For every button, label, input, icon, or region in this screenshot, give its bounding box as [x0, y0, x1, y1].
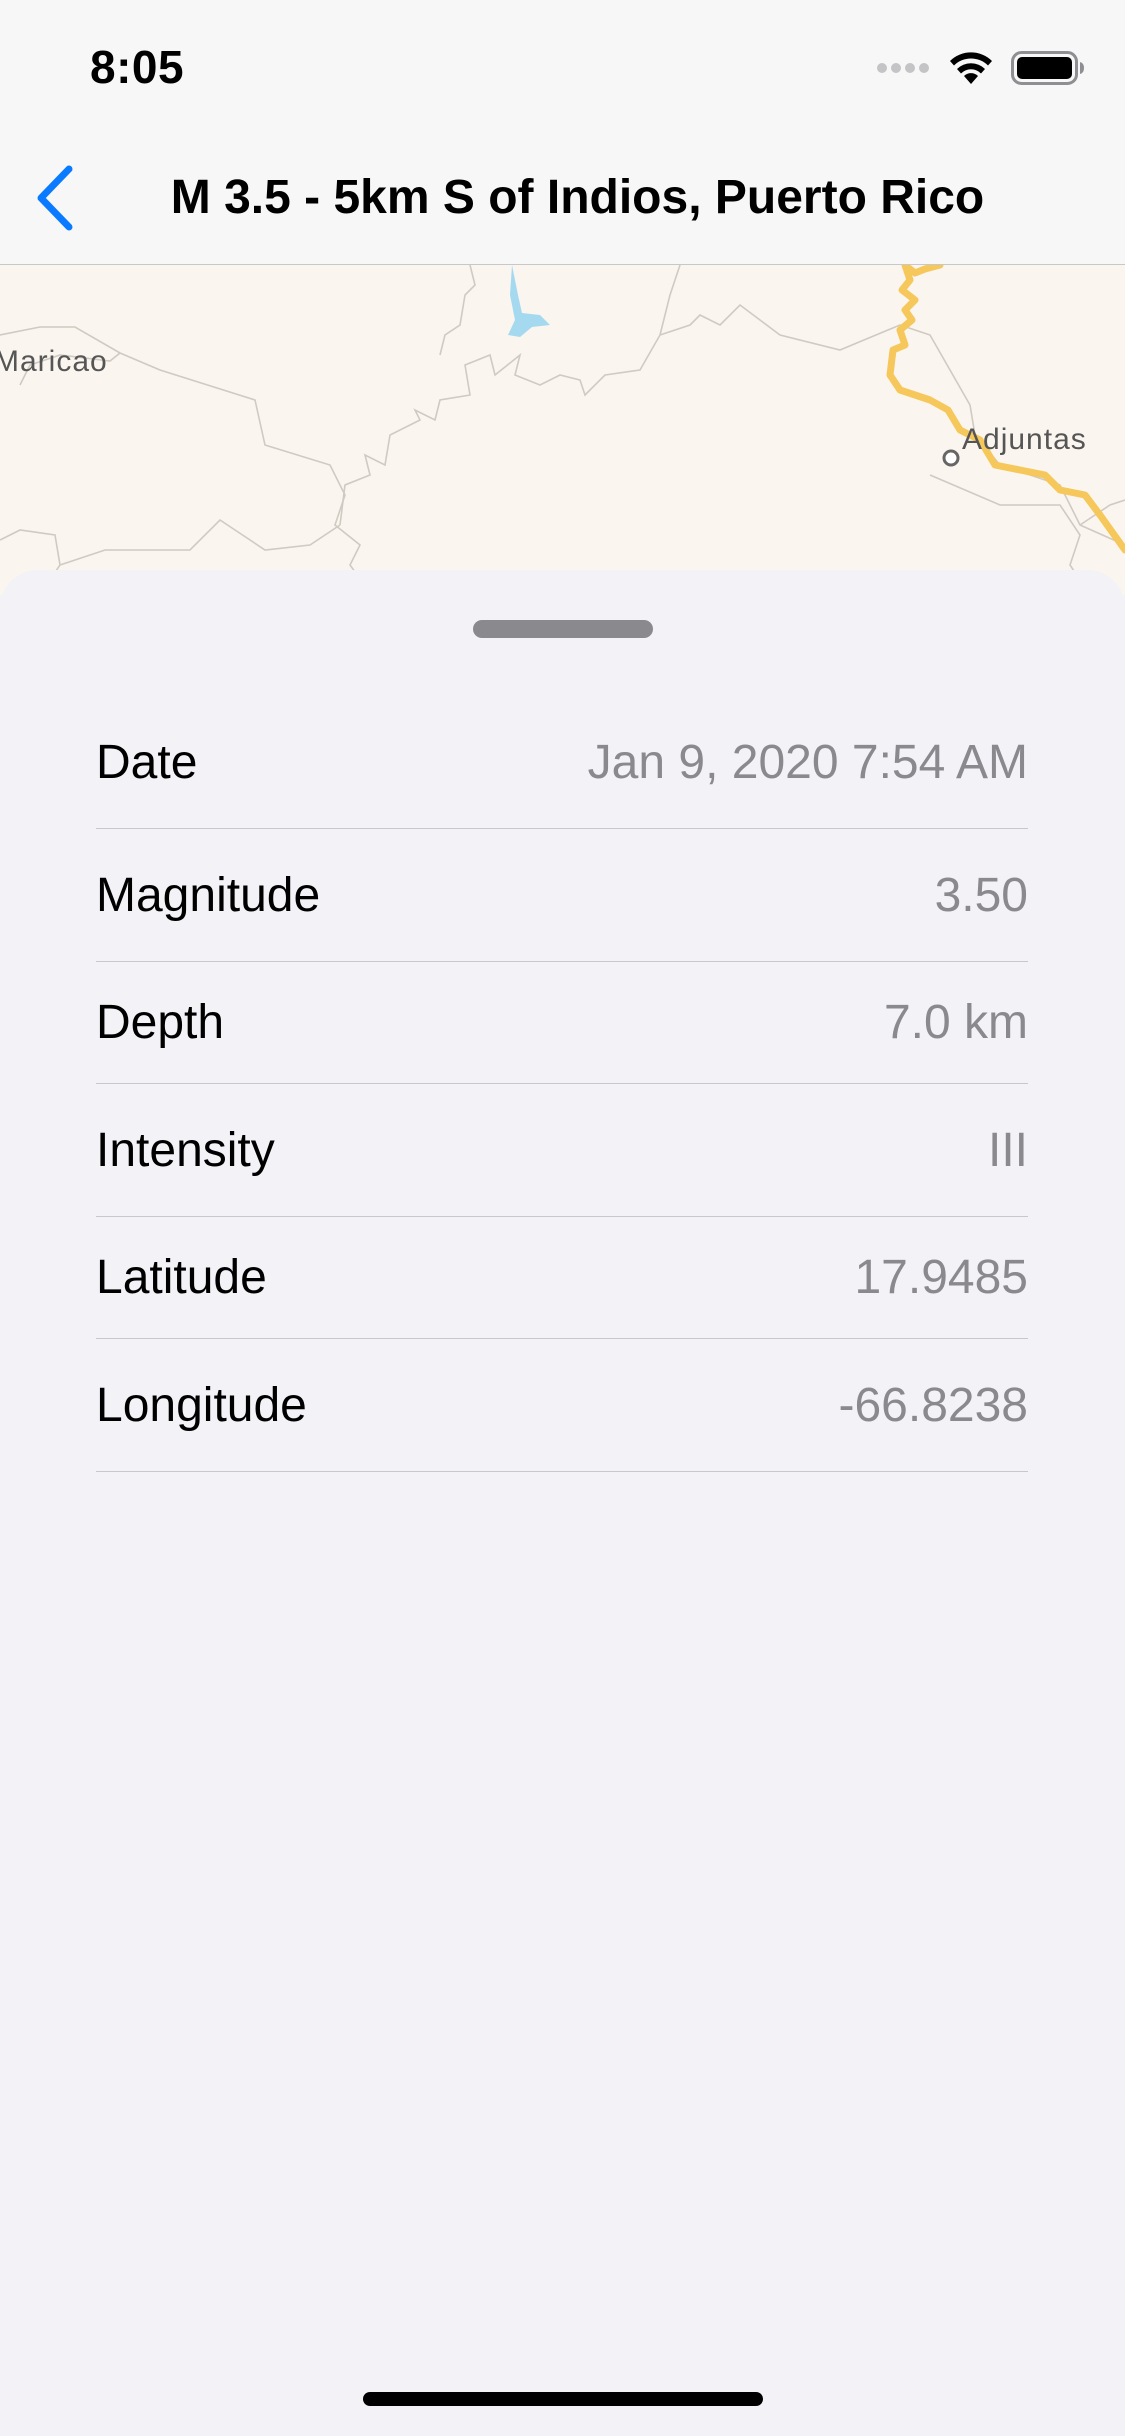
detail-row-magnitude: Magnitude 3.50	[96, 829, 1028, 962]
detail-label: Longitude	[96, 1378, 307, 1432]
detail-value: -66.8238	[838, 1378, 1029, 1432]
status-bar: 8:05	[0, 0, 1125, 132]
detail-row-depth: Depth 7.0 km	[96, 962, 1028, 1084]
battery-icon	[1011, 50, 1085, 91]
detail-label: Date	[96, 735, 198, 789]
detail-value: III	[987, 1123, 1028, 1177]
details-sheet: Date Jan 9, 2020 7:54 AM Magnitude 3.50 …	[0, 570, 1125, 2436]
map-view[interactable]: Maricao Adjuntas	[0, 265, 1125, 595]
page-title: M 3.5 - 5km S of Indios, Puerto Rico	[170, 171, 985, 224]
detail-value: 7.0 km	[883, 996, 1028, 1049]
status-icons	[877, 50, 1085, 90]
map-roads-and-borders	[0, 265, 1125, 595]
map-label-maricao: Maricao	[0, 345, 108, 378]
detail-value: 3.50	[934, 868, 1028, 922]
detail-label: Magnitude	[96, 868, 321, 922]
detail-row-intensity: Intensity III	[96, 1084, 1028, 1217]
detail-value: Jan 9, 2020 7:54 AM	[587, 735, 1028, 789]
sheet-grabber-handle[interactable]	[473, 620, 653, 638]
detail-row-latitude: Latitude 17.9485	[96, 1217, 1028, 1339]
detail-label: Depth	[96, 996, 225, 1049]
status-time: 8:05	[90, 41, 185, 93]
signal-dots-icon	[877, 61, 931, 79]
earthquake-detail-screen: 8:05 M 3.5 - 5km S of Indios, Puerto Ric…	[0, 0, 1125, 2436]
detail-row-date: Date Jan 9, 2020 7:54 AM	[96, 696, 1028, 829]
wifi-icon	[947, 50, 995, 91]
navigation-bar: M 3.5 - 5km S of Indios, Puerto Rico	[0, 132, 1125, 265]
detail-value: 17.9485	[854, 1251, 1028, 1304]
details-list: Date Jan 9, 2020 7:54 AM Magnitude 3.50 …	[96, 696, 1028, 1472]
home-indicator[interactable]	[363, 2392, 763, 2406]
map-label-adjuntas: Adjuntas	[962, 423, 1087, 456]
detail-label: Latitude	[96, 1251, 267, 1304]
detail-label: Intensity	[96, 1123, 275, 1177]
detail-row-longitude: Longitude -66.8238	[96, 1339, 1028, 1472]
